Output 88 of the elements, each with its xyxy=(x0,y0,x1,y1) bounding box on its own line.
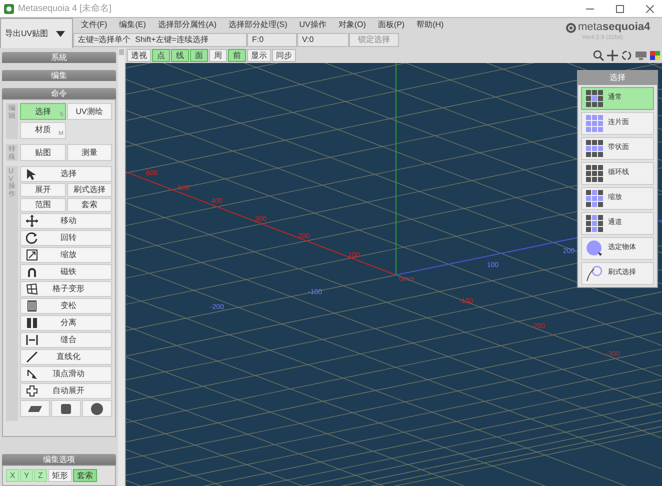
menu-item[interactable]: 选择部分属性(A) xyxy=(158,19,217,32)
tool-button[interactable]: 自动展开 xyxy=(20,383,112,399)
tool-button[interactable]: 格子变形 xyxy=(20,281,112,297)
shape-button[interactable] xyxy=(51,400,81,417)
menu-item[interactable]: 帮助(H) xyxy=(416,19,444,32)
option-toggle[interactable]: X xyxy=(6,469,19,482)
stitch-icon xyxy=(26,334,38,346)
view-toggle[interactable]: 点 xyxy=(152,49,170,62)
menu-item[interactable]: UV操作 xyxy=(299,19,326,32)
lattice-icon xyxy=(26,283,38,295)
hint-text: 左键=选择单个 Shift+左键=连续选择 xyxy=(73,33,247,48)
view-toggle[interactable]: 透视 xyxy=(127,49,151,62)
color-palette-icon[interactable] xyxy=(650,51,660,60)
rotate-icon[interactable] xyxy=(621,50,632,61)
section-header[interactable]: 编集 xyxy=(2,70,116,81)
brush-circle-icon xyxy=(586,265,603,282)
view-toggle[interactable]: 周 xyxy=(209,49,227,62)
split-icon xyxy=(26,317,38,329)
move-icon[interactable] xyxy=(607,50,618,61)
tool-button[interactable]: 选择 xyxy=(20,166,112,182)
tool-button[interactable]: 刷式选择 xyxy=(66,183,112,197)
view-toggle[interactable]: 面 xyxy=(190,49,208,62)
grid-selection-icon xyxy=(586,165,603,182)
option-toggle[interactable]: 套索 xyxy=(73,469,97,482)
tool-button[interactable]: 直线化 xyxy=(20,349,112,365)
scrollbar-thumb[interactable] xyxy=(119,49,124,55)
dropdown-caret-icon xyxy=(56,30,66,36)
section-header[interactable]: 命令 xyxy=(2,88,116,99)
logo-icon xyxy=(566,22,576,32)
section-header[interactable]: 编集选项 xyxy=(2,454,116,465)
view-toggle[interactable]: 同步 xyxy=(272,49,296,62)
sphere-icon xyxy=(91,402,103,414)
logo-text: metasequoia4 xyxy=(578,21,650,34)
grid-selection-icon xyxy=(586,115,603,132)
monitor-icon[interactable] xyxy=(635,51,647,60)
command-button[interactable]: 贴图 xyxy=(20,144,66,161)
tool-button[interactable]: 顶点滑动 xyxy=(20,366,112,382)
tool-button[interactable]: 分离 xyxy=(20,315,112,331)
vertex-slide-icon xyxy=(26,368,38,380)
option-toggle[interactable]: Z xyxy=(34,469,47,482)
tool-button[interactable]: 范围 xyxy=(20,198,66,212)
move-icon xyxy=(26,215,38,227)
tool-button[interactable]: 缝合 xyxy=(20,332,112,348)
export-uv-button[interactable]: 导出UV贴图 xyxy=(0,18,73,49)
tool-button[interactable]: 缩放 xyxy=(20,247,112,263)
menu-item[interactable]: 文件(F) xyxy=(81,19,108,32)
arrow-icon xyxy=(26,168,38,180)
tool-button[interactable]: 变松 xyxy=(20,298,112,314)
view-toggle[interactable]: 前 xyxy=(228,49,246,62)
scale-icon xyxy=(26,249,38,261)
option-toggle[interactable]: 矩形 xyxy=(48,469,72,482)
grid-selection-icon xyxy=(586,215,603,232)
sphere-cursor-icon xyxy=(586,240,603,257)
rotate-icon xyxy=(26,232,38,244)
maximize-icon[interactable] xyxy=(616,4,624,12)
relax-icon xyxy=(26,300,38,312)
menu-item[interactable]: 编集(E) xyxy=(119,19,146,32)
grid-selection-icon xyxy=(586,140,603,157)
command-button[interactable]: 测量 xyxy=(66,144,112,161)
unfold-icon xyxy=(26,385,38,397)
view-toggle[interactable]: 显示 xyxy=(247,49,271,62)
view-toggle[interactable]: 线 xyxy=(171,49,189,62)
section-header[interactable]: 系統 xyxy=(2,52,116,63)
menu-item[interactable]: 对象(O) xyxy=(338,19,366,32)
grid-selection-icon xyxy=(586,90,603,107)
face-count: F:0 xyxy=(247,33,297,48)
vertex-count: V:0 xyxy=(297,33,349,48)
command-button[interactable]: UV测绘 xyxy=(66,103,112,120)
magnet-icon xyxy=(26,266,38,278)
tool-button[interactable]: 磁铁 xyxy=(20,264,112,280)
search-icon[interactable] xyxy=(593,50,604,61)
plane-icon xyxy=(28,406,42,412)
shape-button[interactable] xyxy=(82,400,112,417)
panel-title: 选择 xyxy=(578,71,657,85)
app-icon xyxy=(4,4,14,14)
tool-button[interactable]: 移动 xyxy=(20,213,112,229)
grid-selection-icon xyxy=(586,190,603,207)
tool-button[interactable]: 展开 xyxy=(20,183,66,197)
tool-button[interactable]: 套索 xyxy=(66,198,112,212)
line-icon xyxy=(26,351,38,363)
cylinder-icon xyxy=(61,402,71,414)
close-icon[interactable] xyxy=(646,4,654,12)
window-title: Metasequoia 4 [未命名] xyxy=(18,2,112,15)
menu-item[interactable]: 选择部分处理(S) xyxy=(228,19,288,32)
tool-button[interactable]: 回转 xyxy=(20,230,112,246)
menu-item[interactable]: 面板(P) xyxy=(378,19,405,32)
shape-button[interactable] xyxy=(20,400,50,417)
option-toggle[interactable]: Y xyxy=(20,469,33,482)
